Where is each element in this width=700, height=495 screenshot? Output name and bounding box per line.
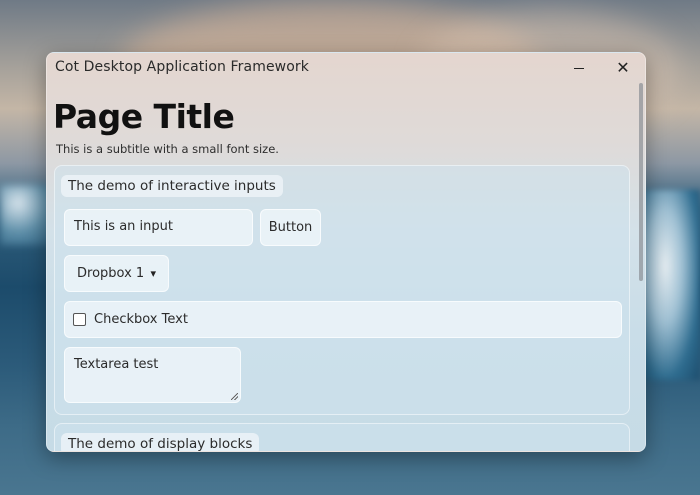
page-content: Page Title This is a subtitle with a sma…	[47, 83, 637, 451]
chevron-down-icon: ▾	[150, 267, 156, 280]
page-subtitle: This is a subtitle with a small font siz…	[56, 142, 279, 156]
window-title: Cot Desktop Application Framework	[55, 59, 309, 75]
checkbox-row[interactable]: Checkbox Text	[64, 301, 622, 338]
panel-label: The demo of interactive inputs	[61, 175, 283, 197]
resize-grip-icon[interactable]	[231, 393, 238, 400]
text-input[interactable]: This is an input	[64, 209, 253, 246]
textarea[interactable]: Textarea test	[64, 347, 241, 403]
scrollbar-thumb[interactable]	[639, 83, 643, 281]
dropdown-select[interactable]: Dropbox 1 ▾	[64, 255, 169, 292]
demo-button[interactable]: Button	[260, 209, 321, 246]
interactive-inputs-panel: The demo of interactive inputs This is a…	[54, 165, 630, 415]
checkbox-label: Checkbox Text	[94, 312, 188, 327]
close-icon: ✕	[616, 58, 630, 77]
panel-label: The demo of display blocks	[61, 433, 260, 451]
close-button[interactable]: ✕	[601, 53, 645, 83]
display-blocks-panel: The demo of display blocks	[54, 423, 630, 451]
title-bar[interactable]: Cot Desktop Application Framework ✕	[47, 53, 645, 83]
minimize-icon	[574, 67, 584, 69]
dropdown-value: Dropbox 1	[77, 266, 145, 281]
checkbox[interactable]	[73, 313, 86, 326]
textarea-value: Textarea test	[74, 357, 159, 372]
page-title: Page Title	[53, 97, 235, 136]
minimize-button[interactable]	[557, 53, 601, 83]
app-window: Cot Desktop Application Framework ✕ Page…	[46, 52, 646, 452]
